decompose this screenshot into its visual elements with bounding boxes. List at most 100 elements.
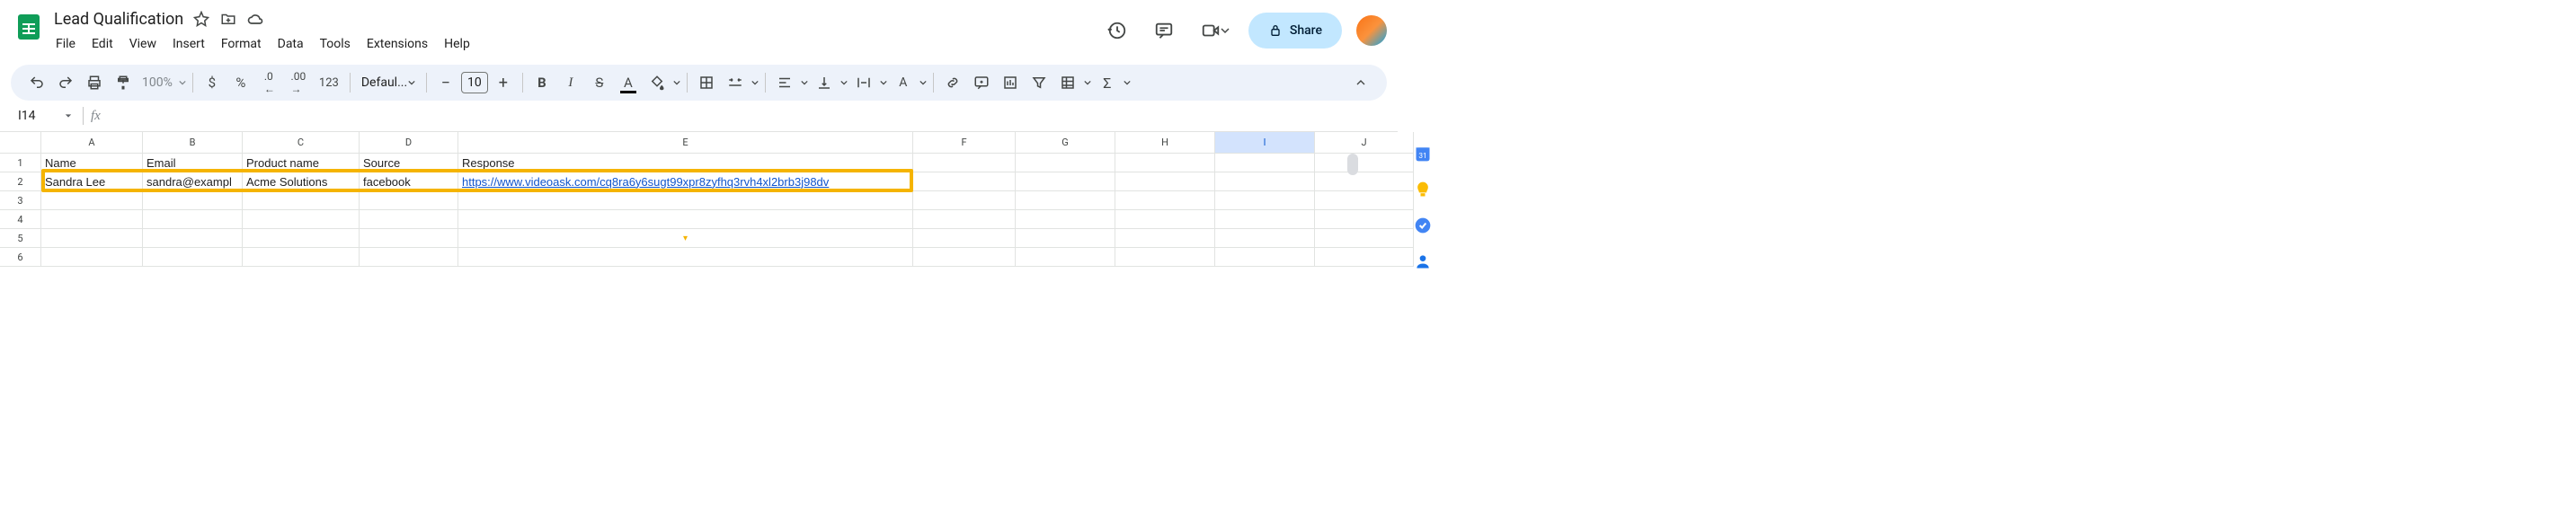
move-icon[interactable] <box>219 10 237 28</box>
cell-E3[interactable] <box>458 191 913 209</box>
history-icon[interactable] <box>1099 13 1135 49</box>
formula-bar[interactable] <box>108 107 1387 125</box>
cell-H4[interactable] <box>1115 210 1215 228</box>
cell-G1[interactable] <box>1016 154 1115 172</box>
fill-color-icon[interactable] <box>644 69 671 96</box>
cell-D1[interactable]: Source <box>360 154 458 172</box>
cell-B5[interactable] <box>143 229 243 247</box>
cloud-status-icon[interactable] <box>246 10 264 28</box>
table-view-icon[interactable] <box>1054 69 1081 96</box>
wrap-icon[interactable] <box>850 69 877 96</box>
cell-E2[interactable]: https://www.videoask.com/cq8ra6y6sugt99x… <box>458 172 913 190</box>
sheets-logo[interactable] <box>11 9 47 45</box>
star-icon[interactable] <box>192 10 210 28</box>
valign-icon[interactable] <box>811 69 838 96</box>
account-avatar[interactable] <box>1356 15 1387 46</box>
merge-icon[interactable] <box>722 69 749 96</box>
cell-H2[interactable] <box>1115 172 1215 190</box>
italic-icon[interactable]: I <box>557 69 584 96</box>
cell-J4[interactable] <box>1315 210 1414 228</box>
font-size-input[interactable]: 10 <box>461 72 488 93</box>
cell-A4[interactable] <box>41 210 143 228</box>
percent-icon[interactable]: % <box>227 69 254 96</box>
functions-dd-icon[interactable] <box>1123 79 1132 86</box>
cell-A2[interactable]: Sandra Lee <box>41 172 143 190</box>
filter-icon[interactable] <box>1026 69 1053 96</box>
cell-I2[interactable] <box>1215 172 1315 190</box>
cell-F3[interactable] <box>913 191 1016 209</box>
zoom-dropdown-icon[interactable] <box>178 79 187 86</box>
fill-dropdown-icon[interactable] <box>672 79 681 86</box>
cell-F2[interactable] <box>913 172 1016 190</box>
doc-title[interactable]: Lead Qualification <box>54 10 183 29</box>
vertical-scrollbar[interactable] <box>1347 154 1358 270</box>
bold-icon[interactable]: B <box>529 69 555 96</box>
cell-H5[interactable] <box>1115 229 1215 247</box>
col-header-J[interactable]: J <box>1315 132 1414 153</box>
link-icon[interactable] <box>939 69 966 96</box>
row-header-3[interactable]: 3 <box>0 191 41 209</box>
cell-G2[interactable] <box>1016 172 1115 190</box>
cell-A3[interactable] <box>41 191 143 209</box>
cell-G5[interactable] <box>1016 229 1115 247</box>
undo-icon[interactable] <box>23 69 50 96</box>
cell-G3[interactable] <box>1016 191 1115 209</box>
menu-view[interactable]: View <box>122 33 164 55</box>
cell-E6[interactable] <box>458 248 913 266</box>
col-header-D[interactable]: D <box>360 132 458 153</box>
cell-I5[interactable] <box>1215 229 1315 247</box>
cell-B3[interactable] <box>143 191 243 209</box>
col-header-I[interactable]: I <box>1215 132 1315 153</box>
cell-C2[interactable]: Acme Solutions <box>243 172 360 190</box>
menu-help[interactable]: Help <box>437 33 477 55</box>
font-size-increase-icon[interactable]: + <box>490 69 517 96</box>
scrollbar-thumb[interactable] <box>1347 154 1358 175</box>
cell-C5[interactable] <box>243 229 360 247</box>
cell-C3[interactable] <box>243 191 360 209</box>
contacts-addon-icon[interactable] <box>1414 252 1432 270</box>
cell-C6[interactable] <box>243 248 360 266</box>
col-header-B[interactable]: B <box>143 132 243 153</box>
cell-I3[interactable] <box>1215 191 1315 209</box>
cell-J6[interactable] <box>1315 248 1414 266</box>
cell-J3[interactable] <box>1315 191 1414 209</box>
borders-icon[interactable] <box>693 69 720 96</box>
menu-tools[interactable]: Tools <box>313 33 358 55</box>
font-select[interactable]: Defaul... <box>356 75 421 90</box>
cell-B4[interactable] <box>143 210 243 228</box>
rotate-icon[interactable]: A <box>890 69 917 96</box>
menu-format[interactable]: Format <box>214 33 269 55</box>
cell-D5[interactable] <box>360 229 458 247</box>
col-header-H[interactable]: H <box>1115 132 1215 153</box>
cell-F4[interactable] <box>913 210 1016 228</box>
collapse-toolbar-icon[interactable] <box>1347 69 1374 96</box>
cell-D4[interactable] <box>360 210 458 228</box>
row-header-4[interactable]: 4 <box>0 210 41 228</box>
cell-J2[interactable] <box>1315 172 1414 190</box>
wrap-dd-icon[interactable] <box>879 79 888 86</box>
zoom-select[interactable]: 100% <box>138 75 176 90</box>
spreadsheet-grid[interactable]: A B C D E F G H I J 1 Name Email Product… <box>0 132 1414 270</box>
merge-dropdown-icon[interactable] <box>751 79 759 86</box>
cell-B6[interactable] <box>143 248 243 266</box>
valign-dd-icon[interactable] <box>839 79 848 86</box>
col-header-C[interactable]: C <box>243 132 360 153</box>
cell-E5[interactable]: ▾ <box>458 229 913 247</box>
cell-D6[interactable] <box>360 248 458 266</box>
col-header-G[interactable]: G <box>1016 132 1115 153</box>
menu-file[interactable]: File <box>49 33 83 55</box>
cell-E4[interactable] <box>458 210 913 228</box>
name-box[interactable]: I14 <box>11 109 76 123</box>
cell-C1[interactable]: Product name <box>243 154 360 172</box>
text-color-icon[interactable]: A <box>615 69 642 96</box>
col-header-F[interactable]: F <box>913 132 1016 153</box>
row-header-6[interactable]: 6 <box>0 248 41 266</box>
comments-icon[interactable] <box>1146 13 1182 49</box>
strikethrough-icon[interactable]: S <box>586 69 613 96</box>
decrease-decimal-icon[interactable]: .0← <box>256 69 283 96</box>
cell-J5[interactable] <box>1315 229 1414 247</box>
rotate-dd-icon[interactable] <box>919 79 928 86</box>
menu-insert[interactable]: Insert <box>165 33 212 55</box>
response-link[interactable]: https://www.videoask.com/cq8ra6y6sugt99x… <box>462 175 829 189</box>
table-dd-icon[interactable] <box>1083 79 1092 86</box>
